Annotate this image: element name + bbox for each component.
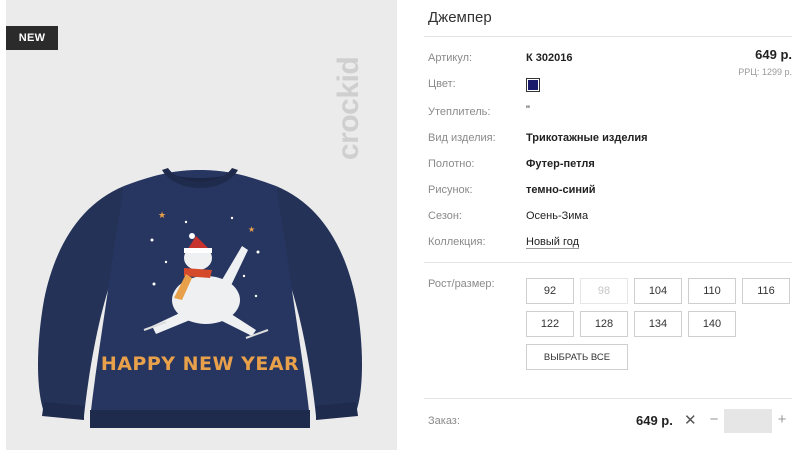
svg-text:★: ★	[158, 211, 166, 221]
spec-label-collection: Коллекция:	[428, 236, 486, 248]
color-swatch[interactable]	[526, 78, 540, 92]
spec-value-insulation: "	[526, 104, 530, 116]
product-title: Джемпер	[428, 9, 492, 26]
order-price: 649 р.	[636, 413, 673, 428]
spec-label-product-type: Вид изделия:	[428, 132, 496, 144]
size-option-140[interactable]: 140	[688, 311, 736, 337]
spec-value-season: Осень-Зима	[526, 210, 589, 222]
spec-label-color: Цвет:	[428, 78, 456, 90]
spec-label-season: Сезон:	[428, 210, 462, 222]
size-option-110[interactable]: 110	[688, 278, 736, 304]
product-price: 649 р.	[755, 47, 792, 62]
spec-value-fabric: Футер-петля	[526, 158, 595, 170]
product-image[interactable]: NEW crockid ★ ★ HAPPY NEW YEAR	[6, 0, 397, 450]
spec-label-pattern: Рисунок:	[428, 184, 473, 196]
quantity-input[interactable]	[724, 409, 772, 433]
size-label: Рост/размер:	[428, 278, 495, 290]
select-all-sizes-button[interactable]: ВЫБРАТЬ ВСЕ	[526, 344, 628, 370]
spec-value-product-type: Трикотажные изделия	[526, 132, 648, 144]
size-option-92[interactable]: 92	[526, 278, 574, 304]
size-option-104[interactable]: 104	[634, 278, 682, 304]
order-label: Заказ:	[428, 415, 460, 427]
svg-text:★: ★	[248, 225, 255, 234]
divider	[424, 262, 792, 263]
spec-label-insulation: Утеплитель:	[428, 106, 491, 118]
size-option-134[interactable]: 134	[634, 311, 682, 337]
size-option-98[interactable]: 98	[580, 278, 628, 304]
close-icon[interactable]: ✕	[684, 411, 697, 429]
spec-label-article: Артикул:	[428, 52, 473, 64]
sweater-illustration: ★ ★ HAPPY NEW YEAR	[38, 168, 362, 428]
divider	[424, 398, 792, 399]
collection-link[interactable]: Новый год	[526, 236, 579, 248]
sweater-print-text: HAPPY NEW YEAR	[101, 353, 299, 375]
size-option-128[interactable]: 128	[580, 311, 628, 337]
size-option-122[interactable]: 122	[526, 311, 574, 337]
divider	[424, 36, 792, 37]
spec-value-article: К 302016	[526, 52, 573, 64]
size-option-116[interactable]: 116	[742, 278, 790, 304]
spec-value-pattern: темно-синий	[526, 184, 596, 196]
color-swatch-fill	[528, 80, 538, 90]
increase-quantity-button[interactable]: +	[774, 411, 790, 428]
spec-label-fabric: Полотно:	[428, 158, 475, 170]
recommended-price: РРЦ: 1299 р.	[738, 67, 792, 77]
decrease-quantity-button[interactable]: −	[706, 411, 722, 428]
